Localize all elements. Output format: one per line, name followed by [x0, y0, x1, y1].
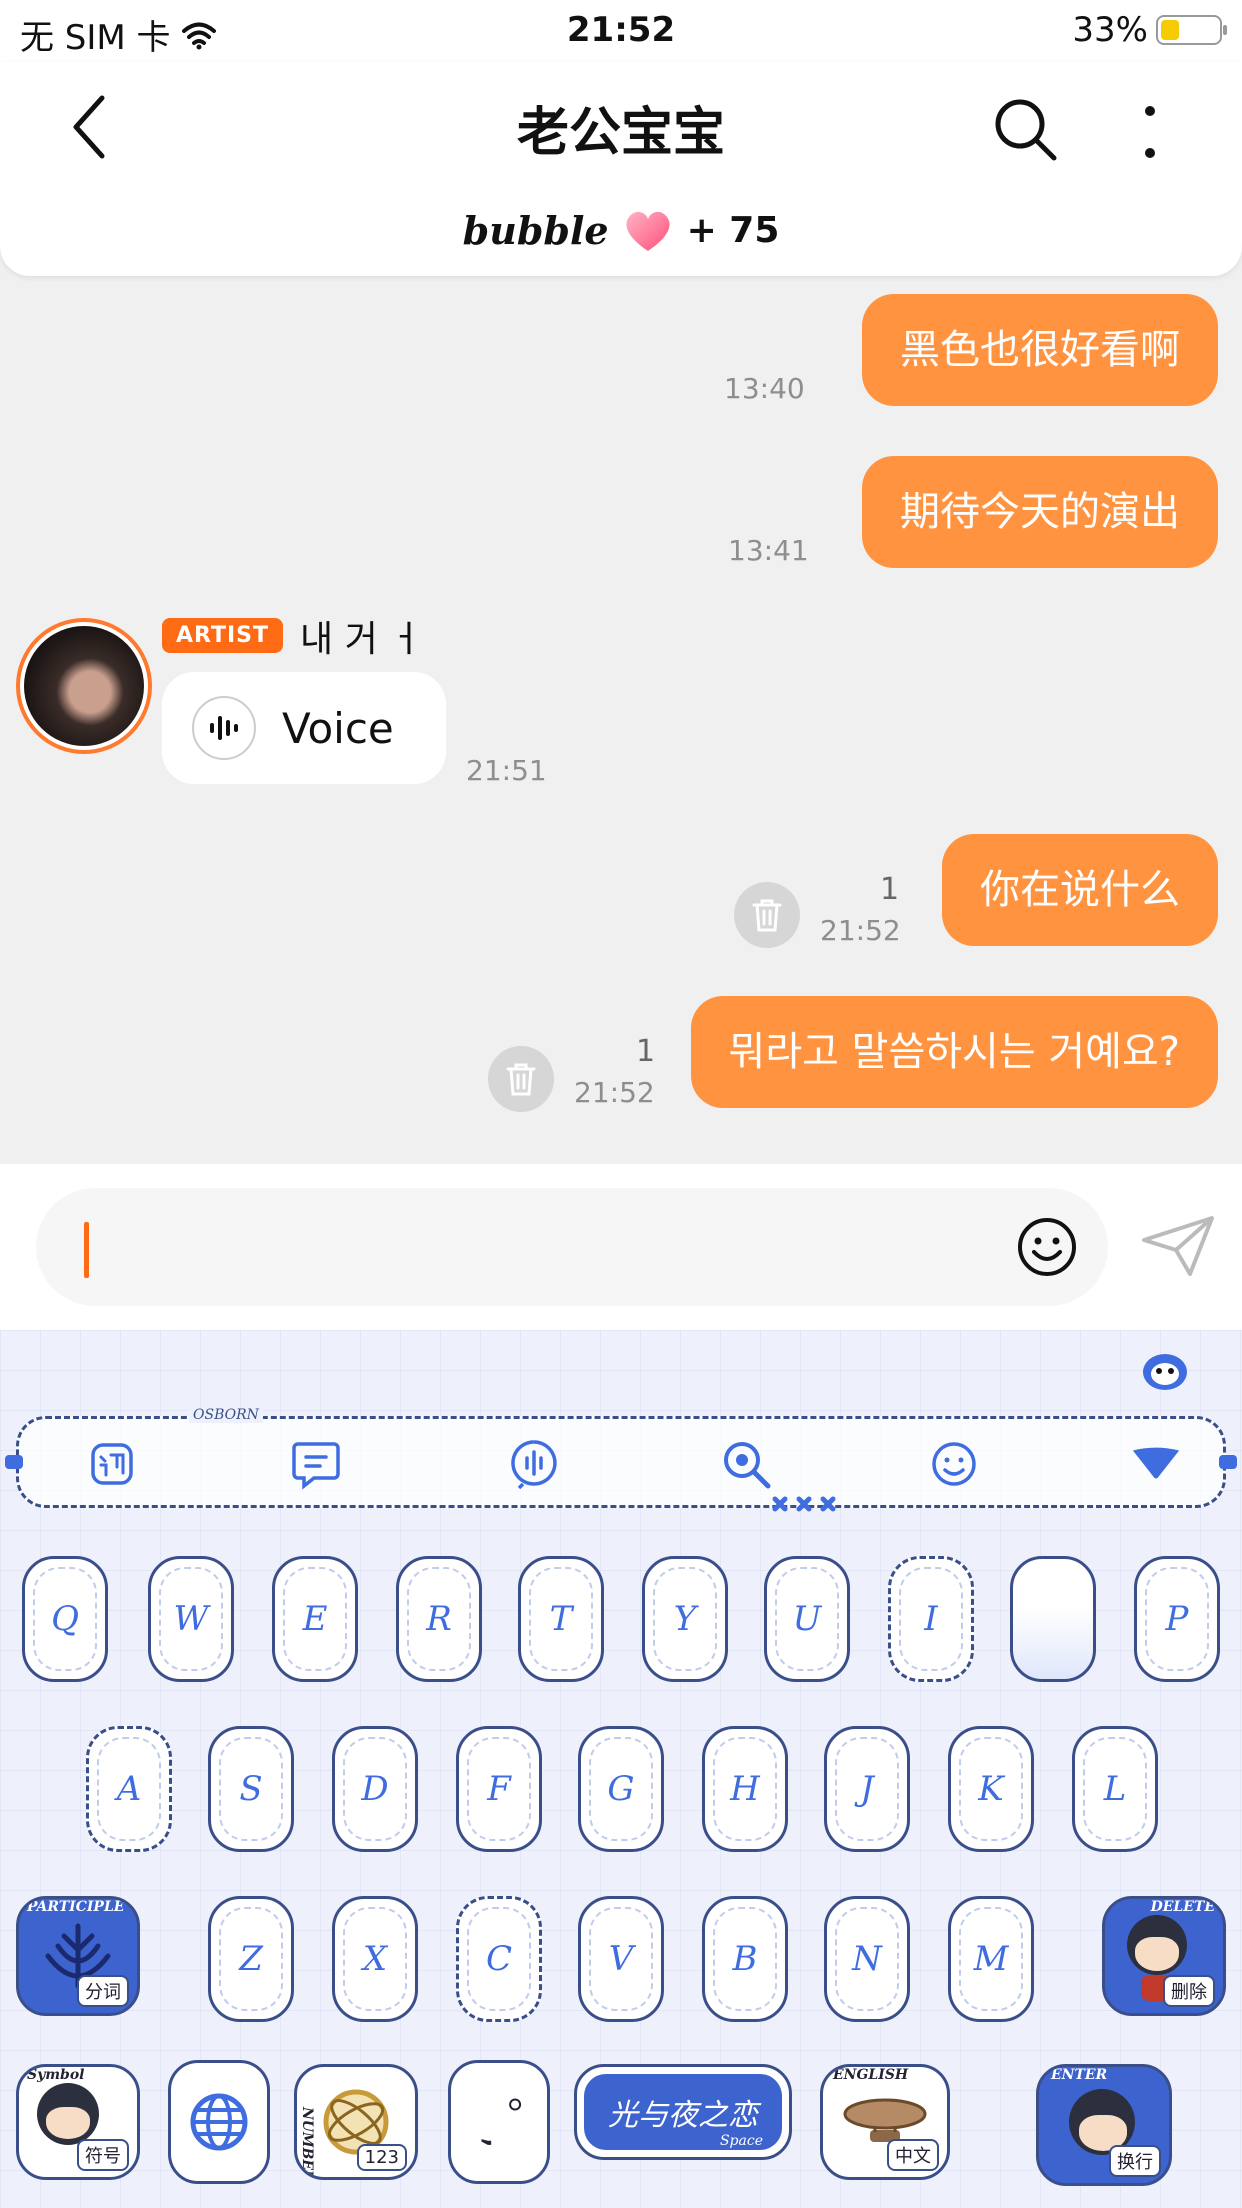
trash-icon[interactable]: [734, 882, 800, 948]
more-icon[interactable]: [1130, 97, 1170, 167]
enter-label: 换行: [1109, 2145, 1161, 2177]
bubble-brand: bubble: [462, 208, 609, 253]
bubble-points[interactable]: bubble + 75: [0, 208, 1242, 253]
status-bar: 无 SIM 卡 21:52 33%: [0, 0, 1242, 62]
message-time: 13:41: [728, 534, 809, 567]
voice-label: Voice: [282, 703, 394, 753]
outgoing-message[interactable]: 你在说什么: [942, 834, 1218, 946]
space-key[interactable]: 光与夜之恋 Space: [574, 2064, 792, 2160]
clock: 21:52: [566, 10, 676, 50]
key-o-character[interactable]: [1010, 1556, 1096, 1682]
key-g[interactable]: G: [578, 1726, 664, 1852]
unread-count: 1: [636, 1034, 656, 1069]
outgoing-message[interactable]: 뭐라고 말씀하시는 거예요?: [690, 996, 1218, 1108]
number-tag: NUMBER: [299, 2107, 315, 2180]
participle-tag: PARTICIPLE: [27, 1899, 125, 1915]
key-n[interactable]: N: [824, 1896, 910, 2022]
english-key[interactable]: ENGLISH 中文: [820, 2064, 950, 2180]
key-t[interactable]: T: [518, 1556, 604, 1682]
keyboard: OSBORN Q W E R T Y U I P A S D F G H J K…: [0, 1330, 1242, 2208]
send-icon[interactable]: [1140, 1214, 1216, 1278]
globe-icon: [190, 2093, 248, 2151]
search-icon[interactable]: [719, 1437, 773, 1491]
enter-key[interactable]: ENTER 换行: [1036, 2064, 1172, 2186]
key-r[interactable]: R: [396, 1556, 482, 1682]
key-d[interactable]: D: [332, 1726, 418, 1852]
key-s[interactable]: S: [208, 1726, 294, 1852]
key-j[interactable]: J: [824, 1726, 910, 1852]
trash-icon[interactable]: [488, 1046, 554, 1112]
artist-name: 내 거 ㅓ: [300, 619, 423, 660]
unread-count: 1: [880, 872, 900, 907]
message-time: 21:52: [574, 1076, 655, 1109]
chat-header: 老公宝宝 bubble + 75: [0, 62, 1242, 276]
message-input[interactable]: [36, 1188, 1108, 1306]
voice-message[interactable]: Voice: [162, 672, 446, 784]
key-x[interactable]: X: [332, 1896, 418, 2022]
artist-avatar[interactable]: [16, 618, 152, 754]
key-k[interactable]: K: [948, 1726, 1034, 1852]
enter-tag: ENTER: [1051, 2067, 1108, 2083]
outgoing-message[interactable]: 期待今天的演出: [862, 456, 1218, 568]
chat-bubble-icon[interactable]: [289, 1437, 343, 1491]
key-u[interactable]: U: [764, 1556, 850, 1682]
battery-group: 33%: [1072, 10, 1227, 50]
delete-tag: DELETE: [1150, 1899, 1215, 1915]
punctuation-label: 。,: [476, 2095, 522, 2149]
search-icon[interactable]: [990, 94, 1060, 164]
key-l[interactable]: L: [1072, 1726, 1158, 1852]
heart-icon: [626, 211, 670, 251]
key-q[interactable]: Q: [22, 1556, 108, 1682]
participle-label: 分词: [77, 1975, 129, 2007]
composer: [0, 1164, 1242, 1330]
participle-key[interactable]: PARTICIPLE 分词: [16, 1896, 140, 2016]
english-label: 中文: [887, 2139, 939, 2171]
key-m[interactable]: M: [948, 1896, 1034, 2022]
toolbar-ornament: [772, 1496, 836, 1512]
number-label: 123: [356, 2144, 407, 2171]
key-i[interactable]: I: [888, 1556, 974, 1682]
penguin-icon[interactable]: [1140, 1348, 1190, 1392]
symbol-tag: Symbol: [27, 2067, 85, 2083]
emoji-icon[interactable]: [1016, 1216, 1078, 1278]
delete-label: 删除: [1163, 1975, 1215, 2007]
symbol-label: 符号: [77, 2139, 129, 2171]
battery-icon: [1156, 15, 1227, 45]
symbol-key[interactable]: Symbol 符号: [16, 2064, 140, 2180]
key-v[interactable]: V: [578, 1896, 664, 2022]
emoji-icon[interactable]: [927, 1437, 981, 1491]
toolbar-tag: OSBORN: [189, 1407, 263, 1423]
key-c[interactable]: C: [456, 1896, 542, 2022]
battery-percent: 33%: [1072, 10, 1148, 50]
key-y[interactable]: Y: [642, 1556, 728, 1682]
key-e[interactable]: E: [272, 1556, 358, 1682]
collapse-icon[interactable]: [1129, 1437, 1183, 1491]
english-tag: ENGLISH: [833, 2067, 909, 2083]
keyboard-toolbar: OSBORN: [5, 1407, 1237, 1512]
outgoing-message[interactable]: 黑色也很好看啊: [862, 294, 1218, 406]
number-key[interactable]: NUMBER 123: [294, 2064, 418, 2180]
bubble-count: + 75: [686, 210, 780, 251]
key-p[interactable]: P: [1134, 1556, 1220, 1682]
message-time: 13:40: [724, 372, 805, 405]
delete-key[interactable]: DELETE 删除: [1102, 1896, 1226, 2016]
key-z[interactable]: Z: [208, 1896, 294, 2022]
globe-key[interactable]: [168, 2060, 270, 2184]
key-f[interactable]: F: [456, 1726, 542, 1852]
text-caret: [84, 1222, 89, 1278]
artist-badge: ARTIST: [162, 618, 284, 653]
voice-input-icon[interactable]: [507, 1437, 561, 1491]
xun-icon[interactable]: [85, 1437, 139, 1491]
voice-wave-icon: [192, 696, 256, 760]
key-a[interactable]: A: [86, 1726, 172, 1852]
punctuation-key[interactable]: 。,: [448, 2060, 550, 2184]
space-sub: Space: [719, 2133, 763, 2149]
key-b[interactable]: B: [702, 1896, 788, 2022]
key-h[interactable]: H: [702, 1726, 788, 1852]
message-time: 21:52: [820, 914, 901, 947]
message-time: 21:51: [466, 754, 547, 787]
key-w[interactable]: W: [148, 1556, 234, 1682]
